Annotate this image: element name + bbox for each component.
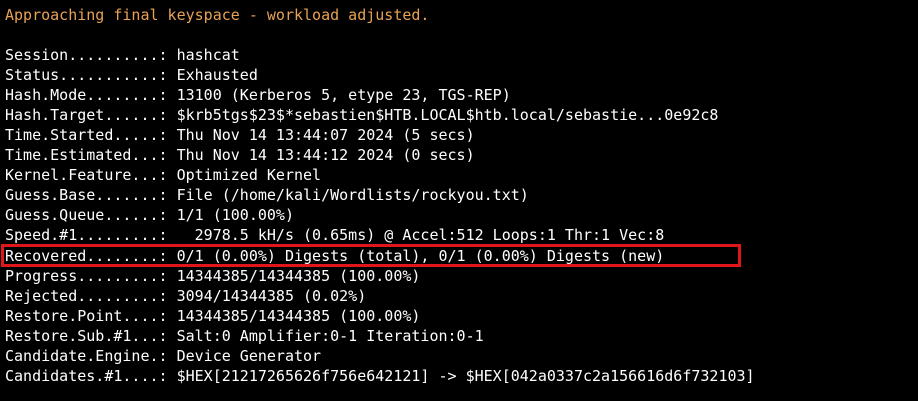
- line-value: $HEX[21217265626f756e642121] -> $HEX[042…: [176, 367, 755, 385]
- output-line-guess-base: Guess.Base.......: File (/home/kali/Word…: [5, 185, 529, 205]
- warning-line: Approaching final keyspace - workload ad…: [5, 6, 430, 24]
- line-key: Speed.#1.........:: [5, 226, 177, 244]
- line-value: Salt:0 Amplifier:0-1 Iteration:0-1: [176, 327, 484, 345]
- output-line-restore-point: Restore.Point....: 14344385/14344385 (10…: [5, 306, 420, 326]
- output-line-hash-target: Hash.Target......: $krb5tgs$23$*sebastie…: [5, 105, 718, 125]
- line-value: File (/home/kali/Wordlists/rockyou.txt): [176, 186, 529, 204]
- line-key: Restore.Sub.#1...:: [5, 327, 177, 345]
- line-key: Time.Estimated...:: [5, 146, 177, 164]
- line-value: Exhausted: [176, 66, 258, 84]
- output-line-candidates: Candidates.#1....: $HEX[21217265626f756e…: [5, 366, 755, 386]
- output-line-time-estimated: Time.Estimated...: Thu Nov 14 13:44:12 2…: [5, 145, 475, 165]
- line-value: hashcat: [176, 46, 240, 64]
- line-key: Status...........:: [5, 66, 177, 84]
- line-key: Time.Started.....:: [5, 126, 177, 144]
- line-value: 14344385/14344385 (100.00%): [176, 267, 421, 285]
- line-key: Candidate.Engine.:: [5, 347, 177, 365]
- output-line-restore-sub: Restore.Sub.#1...: Salt:0 Amplifier:0-1 …: [5, 326, 484, 346]
- line-value: 3094/14344385 (0.02%): [176, 287, 367, 305]
- output-line-candidate-engine: Candidate.Engine.: Device Generator: [5, 346, 321, 366]
- line-value: Thu Nov 14 13:44:07 2024 (5 secs): [176, 126, 475, 144]
- line-key: Rejected.........:: [5, 287, 177, 305]
- output-line-status: Status...........: Exhausted: [5, 65, 258, 85]
- line-key: Guess.Base.......:: [5, 186, 177, 204]
- line-key: Restore.Point....:: [5, 307, 177, 325]
- output-line-guess-queue: Guess.Queue......: 1/1 (100.00%): [5, 205, 294, 225]
- terminal-window[interactable]: Approaching final keyspace - workload ad…: [0, 0, 918, 401]
- line-value: Optimized Kernel: [176, 166, 322, 184]
- line-value: 2978.5 kH/s (0.65ms) @ Accel:512 Loops:1…: [176, 226, 665, 244]
- output-line-kernel-feature: Kernel.Feature...: Optimized Kernel: [5, 165, 321, 185]
- line-value: Device Generator: [176, 347, 322, 365]
- line-key: Session..........:: [5, 46, 177, 64]
- output-line-hash-mode: Hash.Mode........: 13100 (Kerberos 5, et…: [5, 85, 511, 105]
- output-line-rejected: Rejected.........: 3094/14344385 (0.02%): [5, 286, 366, 306]
- line-value: Thu Nov 14 13:44:12 2024 (0 secs): [176, 146, 475, 164]
- line-key: Hash.Mode........:: [5, 86, 177, 104]
- output-line-session: Session..........: hashcat: [5, 45, 240, 65]
- line-value: 13100 (Kerberos 5, etype 23, TGS-REP): [176, 86, 511, 104]
- line-value: 14344385/14344385 (100.00%): [176, 307, 421, 325]
- recovered-highlight-box: [1, 244, 741, 267]
- line-value: 1/1 (100.00%): [176, 206, 294, 224]
- line-key: Guess.Queue......:: [5, 206, 177, 224]
- output-line-progress: Progress.........: 14344385/14344385 (10…: [5, 266, 420, 286]
- line-key: Progress.........:: [5, 267, 177, 285]
- line-value: $krb5tgs$23$*sebastien$HTB.LOCAL$htb.loc…: [176, 106, 719, 124]
- line-key: Hash.Target......:: [5, 106, 177, 124]
- output-line-time-started: Time.Started.....: Thu Nov 14 13:44:07 2…: [5, 125, 475, 145]
- line-key: Candidates.#1....:: [5, 367, 177, 385]
- output-line-speed: Speed.#1.........: 2978.5 kH/s (0.65ms) …: [5, 225, 664, 245]
- line-key: Kernel.Feature...:: [5, 166, 177, 184]
